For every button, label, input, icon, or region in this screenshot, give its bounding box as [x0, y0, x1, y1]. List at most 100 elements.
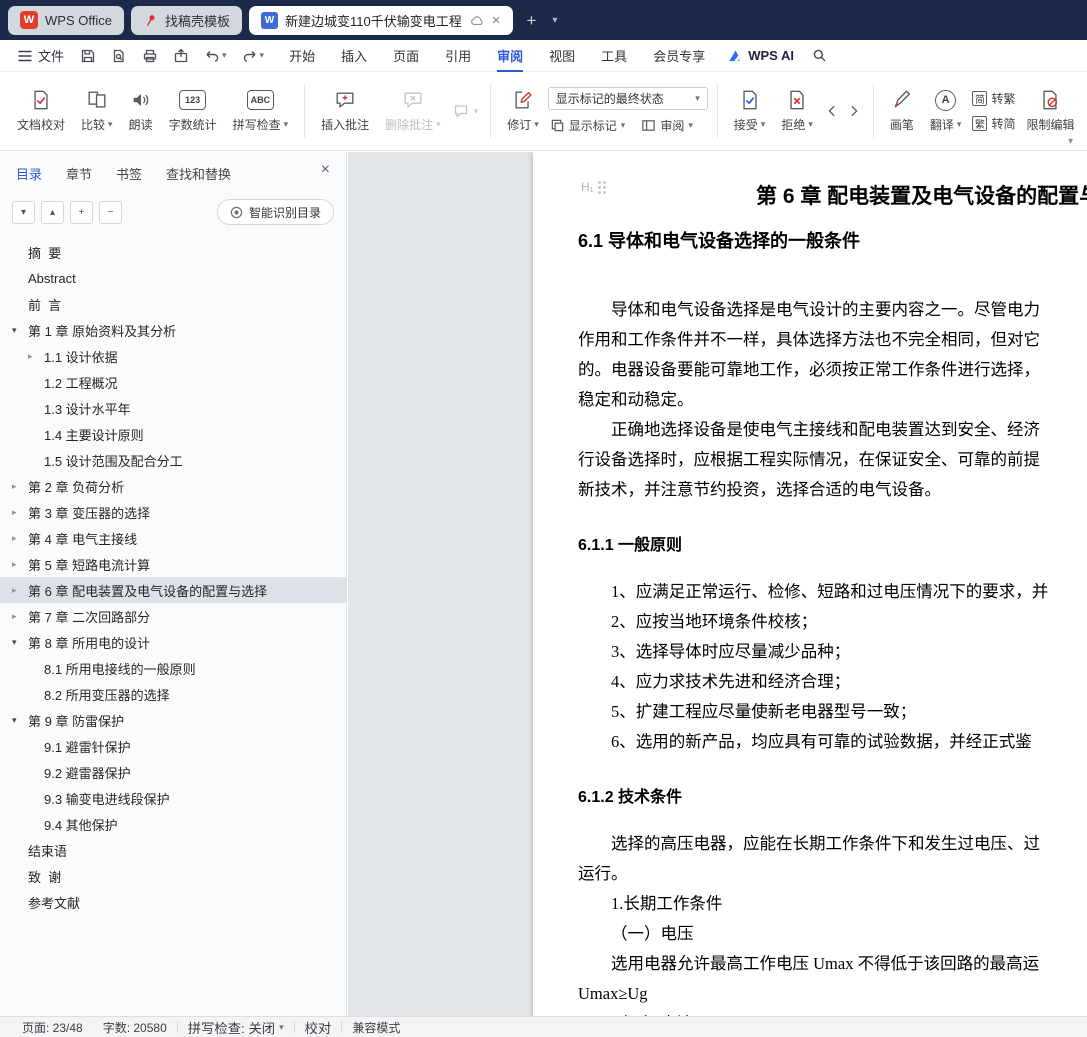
print-preview-button[interactable] [109, 46, 129, 66]
traditional-to-simplified-button[interactable]: 繁 转简 [970, 114, 1017, 133]
compare-button[interactable]: 比较 ▾ [74, 84, 120, 138]
toc-expand-arrow-icon[interactable] [12, 611, 28, 622]
menu-tab[interactable]: 会员专享 [640, 40, 718, 72]
toc-expand-arrow-icon[interactable] [12, 481, 28, 492]
document-line[interactable]: 5、扩建工程应尽量使新老电器型号一致； [578, 697, 1087, 727]
document-line[interactable]: 6、选用的新产品，均应具有可靠的试验数据，并经正式鉴 [578, 727, 1087, 757]
toc-item[interactable]: 1.2 工程概况 [0, 369, 346, 395]
toc-item[interactable]: 9.4 其他保护 [0, 811, 346, 837]
simplified-to-traditional-button[interactable]: 简 转繁 [970, 89, 1017, 108]
toc-expand-arrow-icon[interactable] [12, 637, 28, 648]
toc-item[interactable]: 前 言 [0, 291, 346, 317]
menu-tab[interactable]: 审阅 [484, 40, 536, 72]
toc-expand-arrow-icon[interactable] [12, 533, 28, 544]
show-markup-button[interactable]: 显示标记 ▾ [548, 116, 628, 135]
spell-check-status[interactable]: 拼写检查: 关闭 ▾ [178, 1018, 294, 1037]
doc-proofread-button[interactable]: 文档校对 [10, 84, 72, 138]
document-line[interactable]: 作用和工作条件并不一样，具体选择方法也不完全相同，但对它 [578, 325, 1087, 355]
document-line[interactable]: Umax≥Ug [578, 979, 1087, 1009]
heading-anchor[interactable]: H₁ [581, 180, 606, 194]
document-line[interactable]: 导体和电气设备选择是电气设计的主要内容之一。尽管电力 [578, 295, 1087, 325]
wps-ai-button[interactable]: WPS AI [718, 48, 804, 63]
document-line[interactable]: （二）电流 [578, 1009, 1087, 1016]
sidebar-tab[interactable]: 书签 [116, 164, 142, 183]
document-line[interactable]: 3、选择导体时应尽量减少品种； [578, 637, 1087, 667]
document-line[interactable]: 稳定和动稳定。 [578, 385, 1087, 415]
markup-state-select[interactable]: 显示标记的最终状态 ▾ [547, 87, 708, 110]
toc-item[interactable]: 第 8 章 所用电的设计 [0, 629, 346, 655]
toc-zoom-out-button[interactable]: − [99, 200, 122, 224]
undo-button[interactable]: ▾ [202, 46, 229, 66]
toc-item[interactable]: 第 6 章 配电装置及电气设备的配置与选择 [0, 577, 346, 603]
output-button[interactable] [171, 46, 191, 66]
chevron-down-icon[interactable]: ▾ [260, 51, 265, 60]
toc-collapse-all-button[interactable]: ▴ [41, 200, 64, 224]
toc-zoom-in-button[interactable]: + [70, 200, 93, 224]
reject-button[interactable]: 拒绝 ▾ [774, 84, 820, 138]
document-line[interactable]: 选择的高压电器，应能在长期工作条件下和发生过电压、过 [578, 829, 1087, 859]
toc-item[interactable]: 1.3 设计水平年 [0, 395, 346, 421]
next-revision-button[interactable] [844, 101, 864, 121]
document-line[interactable]: 的。电器设备要能可靠地工作，必须按正常工作条件进行选择， [578, 355, 1087, 385]
word-count-button[interactable]: 123 字数统计 [162, 84, 224, 138]
toc-item[interactable]: 8.2 所用变压器的选择 [0, 681, 346, 707]
toc-expand-all-button[interactable]: ▾ [12, 200, 35, 224]
toc-item[interactable]: 1.1 设计依据 [0, 343, 346, 369]
new-tab-button[interactable]: + [520, 12, 542, 29]
document-line[interactable]: 第 6 章 配电装置及电气设备的配置与选择 [756, 182, 1087, 212]
toc-item[interactable]: 结束语 [0, 837, 346, 863]
document-line[interactable]: 6.1.1 一般原则 [578, 533, 1087, 559]
smart-toc-button[interactable]: 智能识别目录 [216, 199, 334, 225]
document-line[interactable]: 行设备选择时，应根据工程实际情况，在保证安全、可靠的前提 [578, 445, 1087, 475]
document-line[interactable]: 1、应满足正常运行、检修、短路和过电压情况下的要求，并 [578, 577, 1087, 607]
toc-item[interactable]: 1.4 主要设计原则 [0, 421, 346, 447]
print-button[interactable] [140, 46, 160, 66]
search-button[interactable] [804, 46, 835, 65]
toc-expand-arrow-icon[interactable] [12, 585, 28, 596]
insert-comment-button[interactable]: 插入批注 [314, 84, 376, 138]
tab-list-chevron-icon[interactable]: ▾ [549, 15, 560, 26]
drag-handle-icon[interactable] [597, 180, 606, 194]
collapse-ribbon-button[interactable]: ▾ [1068, 136, 1073, 147]
toc-item[interactable]: 第 9 章 防雷保护 [0, 707, 346, 733]
menu-tab[interactable]: 引用 [432, 40, 484, 72]
read-aloud-button[interactable]: 朗读 [122, 84, 160, 138]
document-line[interactable]: 1.长期工作条件 [578, 889, 1087, 919]
toc-item[interactable]: 第 3 章 变压器的选择 [0, 499, 346, 525]
toc-item[interactable]: 第 2 章 负荷分析 [0, 473, 346, 499]
toc-item[interactable]: 8.1 所用电接线的一般原则 [0, 655, 346, 681]
close-sidebar-button[interactable]: × [321, 161, 330, 179]
spell-check-button[interactable]: ABC 拼写检查 ▾ [226, 84, 296, 138]
close-tab-button[interactable]: × [491, 13, 502, 28]
accept-button[interactable]: 接受 ▾ [727, 84, 773, 138]
toc-item[interactable]: 9.1 避雷针保护 [0, 733, 346, 759]
toc-item[interactable]: 第 7 章 二次回路部分 [0, 603, 346, 629]
document-line[interactable]: 4、应力求技术先进和经济合理； [578, 667, 1087, 697]
file-menu-button[interactable]: 文件 [8, 46, 74, 65]
translate-button[interactable]: A 翻译 ▾ [923, 84, 969, 138]
menu-tab[interactable]: 工具 [588, 40, 640, 72]
menu-tab[interactable]: 视图 [536, 40, 588, 72]
save-button[interactable] [78, 46, 98, 66]
document-line[interactable]: 6.1.2 技术条件 [578, 785, 1087, 811]
chevron-down-icon[interactable]: ▾ [222, 51, 227, 60]
document-tab[interactable]: W 新建边城变110千伏输变电工程 × [248, 5, 514, 35]
toc-item[interactable]: 第 4 章 电气主接线 [0, 525, 346, 551]
toc-expand-arrow-icon[interactable] [28, 351, 44, 362]
document-line[interactable]: （一）电压 [578, 919, 1087, 949]
toc-item[interactable]: Abstract [0, 265, 346, 291]
toc-item[interactable]: 第 1 章 原始资料及其分析 [0, 317, 346, 343]
comment-nav-button[interactable]: ▾ [450, 100, 482, 122]
toc-item[interactable]: 1.5 设计范围及配合分工 [0, 447, 346, 473]
proofread-status[interactable]: 校对 [295, 1018, 342, 1037]
document-line[interactable]: 2、应按当地环境条件校核； [578, 607, 1087, 637]
track-changes-button[interactable]: 修订 ▾ [500, 84, 546, 138]
toc-item[interactable]: 9.3 输变电进线段保护 [0, 785, 346, 811]
brush-button[interactable]: 画笔 [883, 84, 921, 138]
sidebar-tab[interactable]: 查找和替换 [166, 164, 231, 183]
document-page[interactable]: H₁ 第 6 章 配电装置及电气设备的配置与选择 6.1 导体和电气设备选择的一般… [533, 152, 1087, 1016]
home-tab[interactable]: W WPS Office [8, 5, 124, 35]
menu-tab[interactable]: 插入 [328, 40, 380, 72]
toc-item[interactable]: 参考文献 [0, 889, 346, 915]
delete-comment-button[interactable]: 删除批注 ▾ [378, 84, 448, 138]
